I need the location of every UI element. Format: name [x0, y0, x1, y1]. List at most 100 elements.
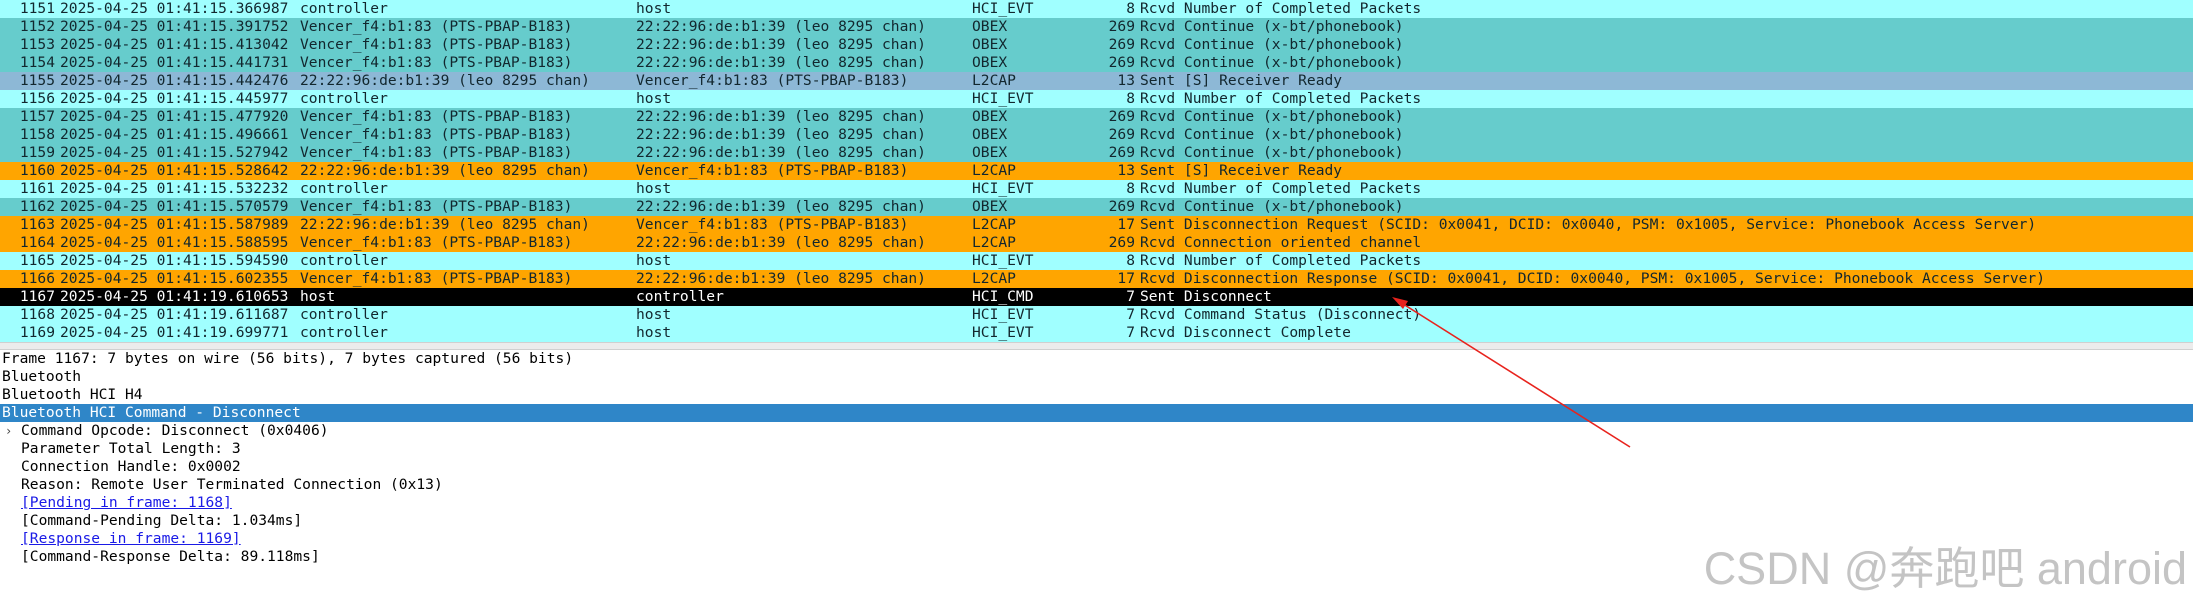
detail-text: Connection Handle: 0x0002: [21, 458, 241, 475]
packet-source: Vencer_f4:b1:83 (PTS-PBAP-B183): [300, 270, 573, 287]
packet-info: Rcvd Continue (x-bt/phonebook): [1140, 54, 1404, 71]
packet-length: 8: [1126, 90, 1135, 107]
packet-row[interactable]: 1159 2025-04-25 01:41:15.527942 Vencer_f4:…: [0, 144, 2193, 162]
packet-info: Rcvd Number of Completed Packets: [1140, 0, 1422, 17]
packet-number: 1165: [19, 252, 55, 269]
detail-row-selected[interactable]: Bluetooth HCI Command - Disconnect: [0, 404, 2193, 422]
packet-list: 1151 2025-04-25 01:41:15.366987 controller…: [0, 0, 2193, 342]
packet-row[interactable]: 1158 2025-04-25 01:41:15.496661 Vencer_f4:…: [0, 126, 2193, 144]
packet-number: 1153: [19, 36, 55, 53]
detail-row[interactable]: Reason: Remote User Terminated Connectio…: [0, 476, 2193, 494]
packet-source: controller: [300, 90, 388, 107]
packet-info: Rcvd Disconnect Complete: [1140, 324, 1351, 341]
packet-row[interactable]: 1165 2025-04-25 01:41:15.594590 controller…: [0, 252, 2193, 270]
packet-destination: Vencer_f4:b1:83 (PTS-PBAP-B183): [636, 72, 909, 89]
packet-source: Vencer_f4:b1:83 (PTS-PBAP-B183): [300, 36, 573, 53]
packet-row[interactable]: 1152 2025-04-25 01:41:15.391752 Vencer_f4:…: [0, 18, 2193, 36]
packet-source: controller: [300, 180, 388, 197]
packet-number: 1166: [19, 270, 55, 287]
packet-row[interactable]: 1155 2025-04-25 01:41:15.442476 22:22:96:d…: [0, 72, 2193, 90]
packet-time: 2025-04-25 01:41:15.570579: [60, 198, 289, 215]
packet-source: Vencer_f4:b1:83 (PTS-PBAP-B183): [300, 144, 573, 161]
packet-protocol: OBEX: [972, 126, 1008, 143]
packet-info: Rcvd Number of Completed Packets: [1140, 90, 1422, 107]
detail-link[interactable]: [Response in frame: 1169]: [21, 530, 241, 548]
packet-time: 2025-04-25 01:41:15.477920: [60, 108, 289, 125]
packet-number: 1160: [19, 162, 55, 179]
packet-number: 1163: [19, 216, 55, 233]
packet-number: 1161: [19, 180, 55, 197]
detail-text: [Command-Response Delta: 89.118ms]: [21, 548, 320, 565]
packet-destination: host: [636, 306, 672, 323]
detail-text: Reason: Remote User Terminated Connectio…: [21, 476, 443, 493]
packet-row[interactable]: 1156 2025-04-25 01:41:15.445977 controller…: [0, 90, 2193, 108]
packet-row[interactable]: 1154 2025-04-25 01:41:15.441731 Vencer_f4:…: [0, 54, 2193, 72]
packet-number: 1156: [19, 90, 55, 107]
detail-row[interactable]: Parameter Total Length: 3: [0, 440, 2193, 458]
packet-protocol: L2CAP: [972, 270, 1016, 287]
packet-time: 2025-04-25 01:41:15.366987: [60, 0, 289, 17]
detail-text: Parameter Total Length: 3: [21, 440, 241, 457]
detail-row[interactable]: Bluetooth HCI H4: [0, 386, 2193, 404]
packet-info: Sent Disconnect: [1140, 288, 1272, 305]
packet-row[interactable]: 1153 2025-04-25 01:41:15.413042 Vencer_f4:…: [0, 36, 2193, 54]
detail-text: Command Opcode: Disconnect (0x0406): [21, 422, 329, 439]
packet-length: 8: [1126, 0, 1135, 17]
packet-row[interactable]: 1169 2025-04-25 01:41:19.699771 controller…: [0, 324, 2193, 342]
packet-source: controller: [300, 306, 388, 323]
packet-number: 1152: [19, 18, 55, 35]
packet-row[interactable]: 1151 2025-04-25 01:41:15.366987 controller…: [0, 0, 2193, 18]
packet-row[interactable]: 1160 2025-04-25 01:41:15.528642 22:22:96:d…: [0, 162, 2193, 180]
packet-row[interactable]: 1162 2025-04-25 01:41:15.570579 Vencer_f4:…: [0, 198, 2193, 216]
packet-source: 22:22:96:de:b1:39 (leo 8295 chan): [300, 72, 590, 89]
packet-destination: host: [636, 180, 672, 197]
packet-protocol: OBEX: [972, 144, 1008, 161]
packet-info: Sent Disconnection Request (SCID: 0x0041…: [1140, 216, 2037, 233]
packet-destination: 22:22:96:de:b1:39 (leo 8295 chan): [636, 108, 926, 125]
packet-source: host: [300, 288, 336, 305]
packet-length: 7: [1126, 306, 1135, 323]
packet-time: 2025-04-25 01:41:19.611687: [60, 306, 289, 323]
packet-source: controller: [300, 324, 388, 341]
detail-row[interactable]: › Command Opcode: Disconnect (0x0406): [0, 422, 2193, 440]
packet-length: 17: [1117, 216, 1135, 233]
detail-row[interactable]: Connection Handle: 0x0002: [0, 458, 2193, 476]
packet-time: 2025-04-25 01:41:19.610653: [60, 288, 289, 305]
packet-protocol: HCI_EVT: [972, 90, 1034, 107]
detail-text: [Command-Pending Delta: 1.034ms]: [21, 512, 303, 529]
packet-number: 1155: [19, 72, 55, 89]
packet-row[interactable]: 1163 2025-04-25 01:41:15.587989 22:22:96:d…: [0, 216, 2193, 234]
packet-time: 2025-04-25 01:41:15.587989: [60, 216, 289, 233]
detail-row[interactable]: Bluetooth: [0, 368, 2193, 386]
packet-protocol: HCI_EVT: [972, 0, 1034, 17]
packet-number: 1169: [19, 324, 55, 341]
packet-destination: 22:22:96:de:b1:39 (leo 8295 chan): [636, 270, 926, 287]
packet-row[interactable]: 1166 2025-04-25 01:41:15.602355 Vencer_f4:…: [0, 270, 2193, 288]
packet-number: 1157: [19, 108, 55, 125]
packet-time: 2025-04-25 01:41:15.594590: [60, 252, 289, 269]
pane-divider[interactable]: [0, 342, 2193, 350]
packet-row[interactable]: 1167 2025-04-25 01:41:19.610653 host contro…: [0, 288, 2193, 306]
detail-row[interactable]: Frame 1167: 7 bytes on wire (56 bits), 7…: [0, 350, 2193, 368]
packet-row[interactable]: 1161 2025-04-25 01:41:15.532232 controller…: [0, 180, 2193, 198]
packet-protocol: L2CAP: [972, 216, 1016, 233]
detail-row[interactable]: [Command-Pending Delta: 1.034ms]: [0, 512, 2193, 530]
detail-text: Bluetooth HCI Command - Disconnect: [2, 404, 301, 421]
packet-info: Rcvd Continue (x-bt/phonebook): [1140, 18, 1404, 35]
packet-length: 7: [1126, 288, 1135, 305]
detail-link[interactable]: [Pending in frame: 1168]: [21, 494, 232, 512]
packet-row[interactable]: 1168 2025-04-25 01:41:19.611687 controller…: [0, 306, 2193, 324]
packet-time: 2025-04-25 01:41:15.588595: [60, 234, 289, 251]
packet-destination: 22:22:96:de:b1:39 (leo 8295 chan): [636, 234, 926, 251]
packet-number: 1164: [19, 234, 55, 251]
packet-destination: 22:22:96:de:b1:39 (leo 8295 chan): [636, 36, 926, 53]
packet-length: 8: [1126, 252, 1135, 269]
expand-arrow-icon[interactable]: ›: [5, 422, 12, 440]
packet-number: 1167: [19, 288, 55, 305]
detail-row[interactable]: [Pending in frame: 1168]: [0, 494, 2193, 512]
packet-row[interactable]: 1157 2025-04-25 01:41:15.477920 Vencer_f4:…: [0, 108, 2193, 126]
packet-row[interactable]: 1164 2025-04-25 01:41:15.588595 Vencer_f4:…: [0, 234, 2193, 252]
packet-protocol: OBEX: [972, 18, 1008, 35]
packet-source: controller: [300, 0, 388, 17]
packet-number: 1158: [19, 126, 55, 143]
